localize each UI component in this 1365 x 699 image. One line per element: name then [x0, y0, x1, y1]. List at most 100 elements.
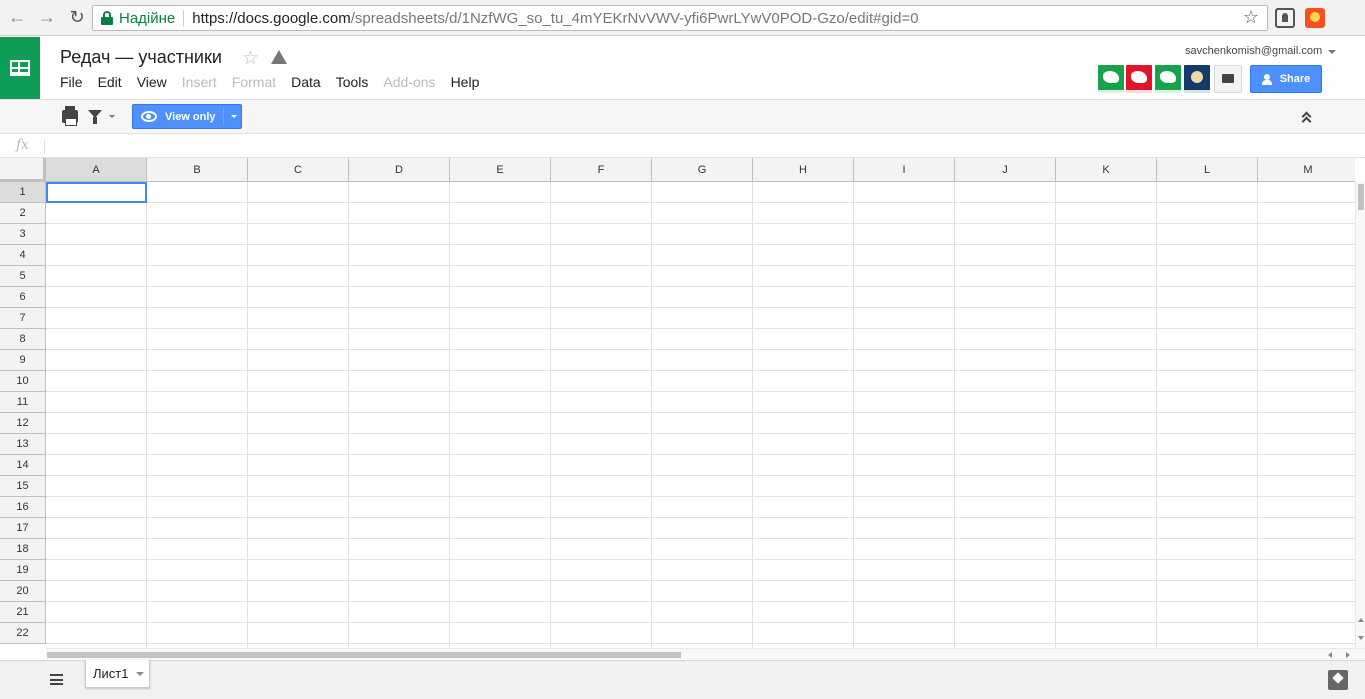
- sheet-tab-label: Лист1: [93, 666, 129, 681]
- share-label: Share: [1279, 73, 1311, 85]
- collaborator-avatar[interactable]: [1126, 65, 1152, 93]
- address-bar[interactable]: Надійне https://docs.google.com/spreadsh…: [92, 5, 1268, 31]
- extension-icon[interactable]: [1275, 8, 1295, 28]
- lock-icon: [101, 11, 113, 25]
- filter-icon[interactable]: [88, 110, 102, 124]
- menu-bar: File Edit View Insert Format Data Tools …: [60, 74, 494, 90]
- all-sheets-menu-icon[interactable]: [50, 674, 63, 685]
- column-header[interactable]: B: [147, 158, 248, 182]
- row-header[interactable]: 4: [0, 245, 46, 266]
- row-headers: 1 2 3 4 5 6 7 8 9 10 11 12 13 14 15 16 1…: [0, 182, 46, 644]
- toolbar: View only: [0, 99, 1365, 134]
- back-icon[interactable]: ←: [4, 5, 30, 31]
- app-header: Редач — участники ☆ File Edit View Inser…: [0, 37, 1365, 99]
- collapse-chevrons-icon[interactable]: [1301, 110, 1313, 127]
- column-header[interactable]: F: [551, 158, 652, 182]
- select-all-corner[interactable]: [0, 158, 46, 182]
- row-header[interactable]: 20: [0, 581, 46, 602]
- vertical-scrollbar[interactable]: [1355, 182, 1365, 648]
- document-title[interactable]: Редач — участники: [60, 47, 222, 68]
- url-path: /spreadsheets/d/1NzfWG_so_tu_4mYEKrNvVWV…: [350, 9, 919, 27]
- explore-icon[interactable]: [1328, 670, 1348, 690]
- row-header[interactable]: 16: [0, 497, 46, 518]
- fx-icon: fx: [16, 137, 30, 153]
- sheets-logo-icon[interactable]: [0, 37, 40, 99]
- cell-area[interactable]: [46, 182, 1355, 648]
- row-header[interactable]: 3: [0, 224, 46, 245]
- account-email[interactable]: savchenkomish@gmail.com: [1185, 45, 1322, 57]
- scroll-up-icon[interactable]: [1358, 618, 1364, 622]
- horizontal-scrollbar[interactable]: [46, 648, 1365, 660]
- row-header[interactable]: 22: [0, 623, 46, 644]
- column-header[interactable]: K: [1056, 158, 1157, 182]
- row-header[interactable]: 7: [0, 308, 46, 329]
- column-header[interactable]: J: [955, 158, 1056, 182]
- column-header[interactable]: A: [46, 158, 147, 182]
- column-headers: A B C D E F G H I J K L M: [46, 158, 1355, 182]
- row-header[interactable]: 21: [0, 602, 46, 623]
- horizontal-scroll-thumb[interactable]: [47, 652, 681, 658]
- row-header[interactable]: 12: [0, 413, 46, 434]
- column-header[interactable]: C: [248, 158, 349, 182]
- view-only-button[interactable]: View only: [132, 104, 242, 129]
- spreadsheet-grid[interactable]: A B C D E F G H I J K L M 1 2 3 4 5 6 7 …: [0, 158, 1355, 648]
- reload-icon[interactable]: ↻: [64, 5, 90, 31]
- column-header[interactable]: L: [1157, 158, 1258, 182]
- menu-edit[interactable]: Edit: [98, 74, 122, 90]
- forward-icon[interactable]: →: [34, 5, 60, 31]
- extension-icon[interactable]: [1305, 8, 1325, 28]
- scroll-down-icon[interactable]: [1358, 636, 1364, 640]
- formula-separator: [44, 139, 45, 154]
- collaborator-avatar[interactable]: [1155, 65, 1181, 93]
- browser-toolbar: ← → ↻ Надійне https://docs.google.com/sp…: [0, 0, 1365, 36]
- row-header[interactable]: 15: [0, 476, 46, 497]
- scroll-right-icon[interactable]: [1346, 652, 1350, 658]
- column-header[interactable]: H: [753, 158, 854, 182]
- bookmark-star-icon[interactable]: ☆: [1243, 7, 1259, 28]
- row-header[interactable]: 13: [0, 434, 46, 455]
- active-cell-a1[interactable]: [46, 182, 147, 203]
- eye-icon: [141, 111, 157, 122]
- row-header[interactable]: 18: [0, 539, 46, 560]
- view-only-label: View only: [165, 110, 216, 123]
- menu-help[interactable]: Help: [451, 74, 480, 90]
- row-header[interactable]: 10: [0, 371, 46, 392]
- menu-file[interactable]: File: [60, 74, 83, 90]
- column-header[interactable]: M: [1258, 158, 1355, 182]
- row-header[interactable]: 1: [0, 182, 46, 203]
- menu-format: Format: [231, 74, 277, 90]
- menu-view[interactable]: View: [137, 74, 167, 90]
- row-header[interactable]: 2: [0, 203, 46, 224]
- row-header[interactable]: 8: [0, 329, 46, 350]
- row-header[interactable]: 5: [0, 266, 46, 287]
- column-header[interactable]: G: [652, 158, 753, 182]
- chevron-down-icon[interactable]: [109, 115, 115, 118]
- row-header[interactable]: 17: [0, 518, 46, 539]
- column-header[interactable]: I: [854, 158, 955, 182]
- row-header[interactable]: 19: [0, 560, 46, 581]
- collaborator-avatar[interactable]: [1184, 65, 1210, 93]
- menu-data[interactable]: Data: [291, 74, 321, 90]
- menu-add-ons: Add-ons: [383, 74, 436, 90]
- menu-tools[interactable]: Tools: [336, 74, 369, 90]
- collaborator-avatar[interactable]: [1098, 65, 1124, 93]
- share-button[interactable]: Share: [1250, 65, 1322, 93]
- chevron-down-icon[interactable]: [1328, 50, 1336, 54]
- star-icon[interactable]: ☆: [242, 47, 259, 70]
- vertical-scroll-thumb[interactable]: [1358, 184, 1364, 210]
- button-divider: [223, 108, 224, 125]
- column-header[interactable]: E: [450, 158, 551, 182]
- row-header[interactable]: 9: [0, 350, 46, 371]
- chevron-down-icon[interactable]: [231, 115, 237, 118]
- print-icon[interactable]: [62, 106, 78, 126]
- comments-icon[interactable]: [1214, 65, 1242, 93]
- row-header[interactable]: 14: [0, 455, 46, 476]
- drive-icon[interactable]: [271, 50, 287, 64]
- chevron-down-icon[interactable]: [136, 672, 144, 676]
- scroll-left-icon[interactable]: [1328, 652, 1332, 658]
- row-header[interactable]: 11: [0, 392, 46, 413]
- column-header[interactable]: D: [349, 158, 450, 182]
- formula-input[interactable]: [52, 139, 1352, 154]
- sheet-tab[interactable]: Лист1: [85, 660, 150, 688]
- row-header[interactable]: 6: [0, 287, 46, 308]
